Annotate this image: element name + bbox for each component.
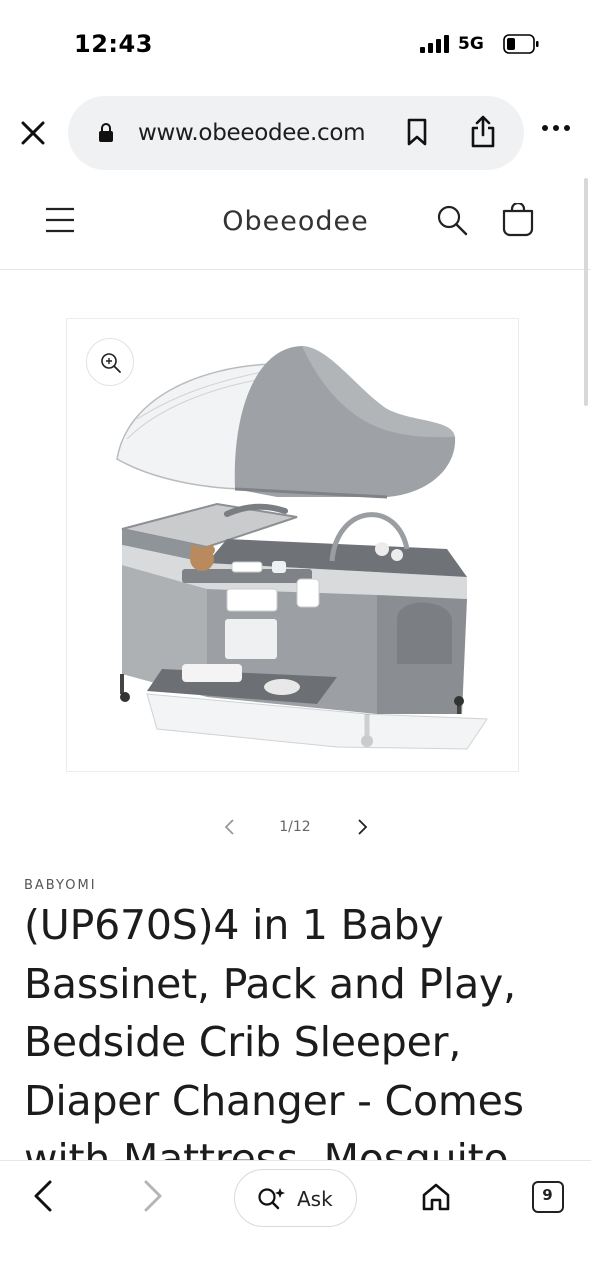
- signal-bars-icon: [420, 35, 449, 53]
- home-icon[interactable]: [420, 1181, 452, 1213]
- bookmark-icon[interactable]: [405, 118, 429, 146]
- zoom-button[interactable]: [86, 338, 134, 386]
- network-type: 5G: [458, 34, 484, 54]
- product-vendor: BABYOMI: [24, 878, 97, 893]
- image-pager: 1/12: [0, 808, 591, 848]
- ask-sparkle-icon: [258, 1188, 285, 1210]
- product-image[interactable]: [67, 319, 519, 772]
- tabs-count: 9: [542, 1186, 553, 1204]
- chevron-left-icon[interactable]: [220, 816, 240, 838]
- page-scrollbar[interactable]: [584, 178, 588, 406]
- product-title: (UP670S)4 in 1 Baby Bassinet, Pack and P…: [24, 901, 524, 1160]
- tabs-button[interactable]: 9: [532, 1181, 564, 1213]
- forward-arrow-icon[interactable]: [138, 1179, 168, 1213]
- site-header: Obeeodee: [0, 178, 591, 270]
- lock-icon: [99, 123, 113, 142]
- more-icon[interactable]: [540, 122, 572, 134]
- close-icon[interactable]: [18, 118, 48, 148]
- address-bar[interactable]: www.obeeodee.com: [68, 96, 524, 170]
- ask-button[interactable]: Ask: [234, 1169, 357, 1227]
- ask-label: Ask: [297, 1187, 333, 1211]
- cart-icon[interactable]: [501, 203, 535, 237]
- chevron-right-icon[interactable]: [352, 816, 372, 838]
- product-title-container: (UP670S)4 in 1 Baby Bassinet, Pack and P…: [0, 896, 591, 1160]
- status-bar: 12:43 5G: [0, 0, 591, 90]
- pager-count: 1/12: [279, 819, 311, 835]
- search-icon[interactable]: [436, 204, 468, 236]
- zoom-in-icon: [101, 353, 121, 373]
- back-arrow-icon[interactable]: [28, 1179, 58, 1213]
- browser-toolbar: www.obeeodee.com: [0, 92, 591, 172]
- battery-icon: [503, 34, 539, 54]
- status-time: 12:43: [74, 30, 153, 58]
- share-icon[interactable]: [470, 114, 496, 148]
- browser-bottom-toolbar: Ask 9: [0, 1160, 591, 1280]
- url-text: www.obeeodee.com: [138, 120, 366, 146]
- product-image-frame[interactable]: [66, 318, 519, 772]
